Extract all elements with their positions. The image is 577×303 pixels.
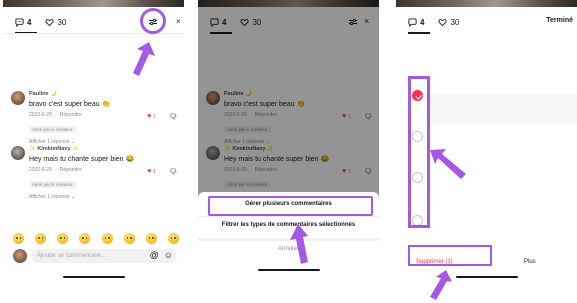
emoji-quick-bar [13, 233, 179, 244]
avatar[interactable] [11, 146, 25, 160]
checkbox[interactable] [412, 172, 423, 183]
manage-comments-option[interactable]: Gérer plusieurs commentaires [198, 201, 379, 207]
liked-by-creator-badge: Aimé par le créateur [29, 126, 76, 133]
reply-link[interactable]: Répondre [60, 112, 82, 118]
comment-actions: ♥ 1 [147, 113, 177, 120]
pointer-arrow-icon [290, 224, 308, 264]
heart-outline-icon [45, 18, 55, 26]
checkbox[interactable] [412, 131, 423, 142]
like-count: 1 [153, 113, 156, 120]
liked-by-creator-badge: Aimé par le créateur [29, 181, 76, 188]
comment-actions: ♥ 1 [147, 168, 177, 175]
emoji-button[interactable] [13, 233, 24, 244]
selected-comment-placeholder [426, 95, 577, 123]
home-indicator [258, 269, 320, 271]
home-indicator [63, 276, 125, 278]
filter-settings-icon[interactable] [148, 17, 158, 27]
home-indicator [456, 276, 518, 278]
like-count: 1 [153, 168, 156, 175]
comment-date: 2022-6-29 [29, 167, 52, 173]
screen-comment-options: 4 30 × Pauline 🌙 bravo c'est super beau … [198, 0, 379, 303]
comment-username[interactable]: Pauline 🌙 [29, 91, 179, 97]
likes-count: 30 [57, 17, 67, 27]
comments-sheet: 4 30 Terminé Supprimer (1) Plus [396, 7, 577, 303]
more-button[interactable]: Plus [524, 259, 536, 265]
comment-checkboxes [410, 85, 430, 233]
comment-icon [15, 17, 24, 27]
emoji-button[interactable] [79, 233, 91, 244]
show-replies-link[interactable]: Afficher 1 réponse ⌄ [29, 139, 179, 145]
pointer-arrow-icon [133, 42, 155, 76]
active-tab-indicator [408, 32, 430, 34]
close-icon-partial[interactable]: × [176, 17, 181, 26]
comment-composer: Ajouter un commentaire... @ ☺ [13, 249, 179, 264]
heart-filled-icon: ♥ [147, 168, 152, 175]
avatar[interactable] [11, 91, 25, 105]
comments-tabs: 4 30 [408, 15, 459, 29]
emoji-button[interactable] [167, 233, 179, 244]
comment-text: bravo c'est super beau 👏 [29, 101, 111, 108]
mention-icon[interactable]: @ [150, 250, 159, 260]
video-thumbnail-strip [3, 0, 184, 7]
heart-filled-icon: ♥ [147, 113, 152, 120]
dislike-icon[interactable] [170, 113, 177, 120]
like-button[interactable]: ♥ 1 [147, 168, 156, 175]
divider [198, 216, 379, 217]
emoji-button[interactable] [123, 233, 135, 244]
comment-username[interactable]: ✨ KimkimNavy ✨ [29, 146, 179, 152]
emoji-button[interactable] [57, 233, 69, 244]
emoji-button[interactable] [101, 233, 113, 244]
show-replies-link[interactable]: Afficher 1 réponse ⌄ [29, 194, 179, 200]
tab-comments[interactable]: 4 [15, 18, 31, 27]
reply-link[interactable]: Répondre [60, 167, 82, 173]
comment-icon [408, 17, 417, 27]
emoji-icon[interactable]: ☺ [164, 250, 173, 260]
comments-count: 4 [420, 17, 425, 27]
comments-count: 4 [27, 17, 32, 27]
like-button[interactable]: ♥ 1 [147, 113, 156, 120]
checkbox[interactable] [412, 215, 423, 226]
comment-text: Hey mais tu chante super bien 😂 [29, 156, 135, 163]
video-thumbnail-strip [396, 0, 577, 7]
comments-tabs: 4 30 [15, 15, 66, 29]
emoji-button[interactable] [35, 233, 47, 244]
done-button[interactable]: Terminé [546, 17, 573, 24]
tab-likes[interactable]: 30 [438, 18, 459, 27]
composer-icons: @ ☺ [150, 250, 173, 260]
tabs-divider [3, 33, 184, 34]
checkbox-checked[interactable] [412, 90, 423, 101]
delete-button[interactable]: Supprimer (1) [416, 259, 453, 265]
heart-outline-icon [438, 18, 448, 26]
bulk-actions-bar: Supprimer (1) Plus [396, 255, 577, 271]
pointer-arrow-icon [430, 149, 466, 179]
avatar [13, 249, 27, 263]
screen-select-comments: 4 30 Terminé Supprimer (1) Plus [396, 0, 577, 303]
emoji-button[interactable] [145, 233, 157, 244]
tab-comments[interactable]: 4 [408, 18, 424, 27]
dislike-icon[interactable] [170, 168, 177, 175]
pointer-arrow-icon [430, 270, 452, 300]
comment-date: 2022-6-29 [29, 112, 52, 118]
screen-comments: 4 30 × Pauline 🌙 bravo c'est super beau … [3, 0, 184, 303]
tab-likes[interactable]: 30 [45, 18, 66, 27]
likes-count: 30 [450, 17, 460, 27]
